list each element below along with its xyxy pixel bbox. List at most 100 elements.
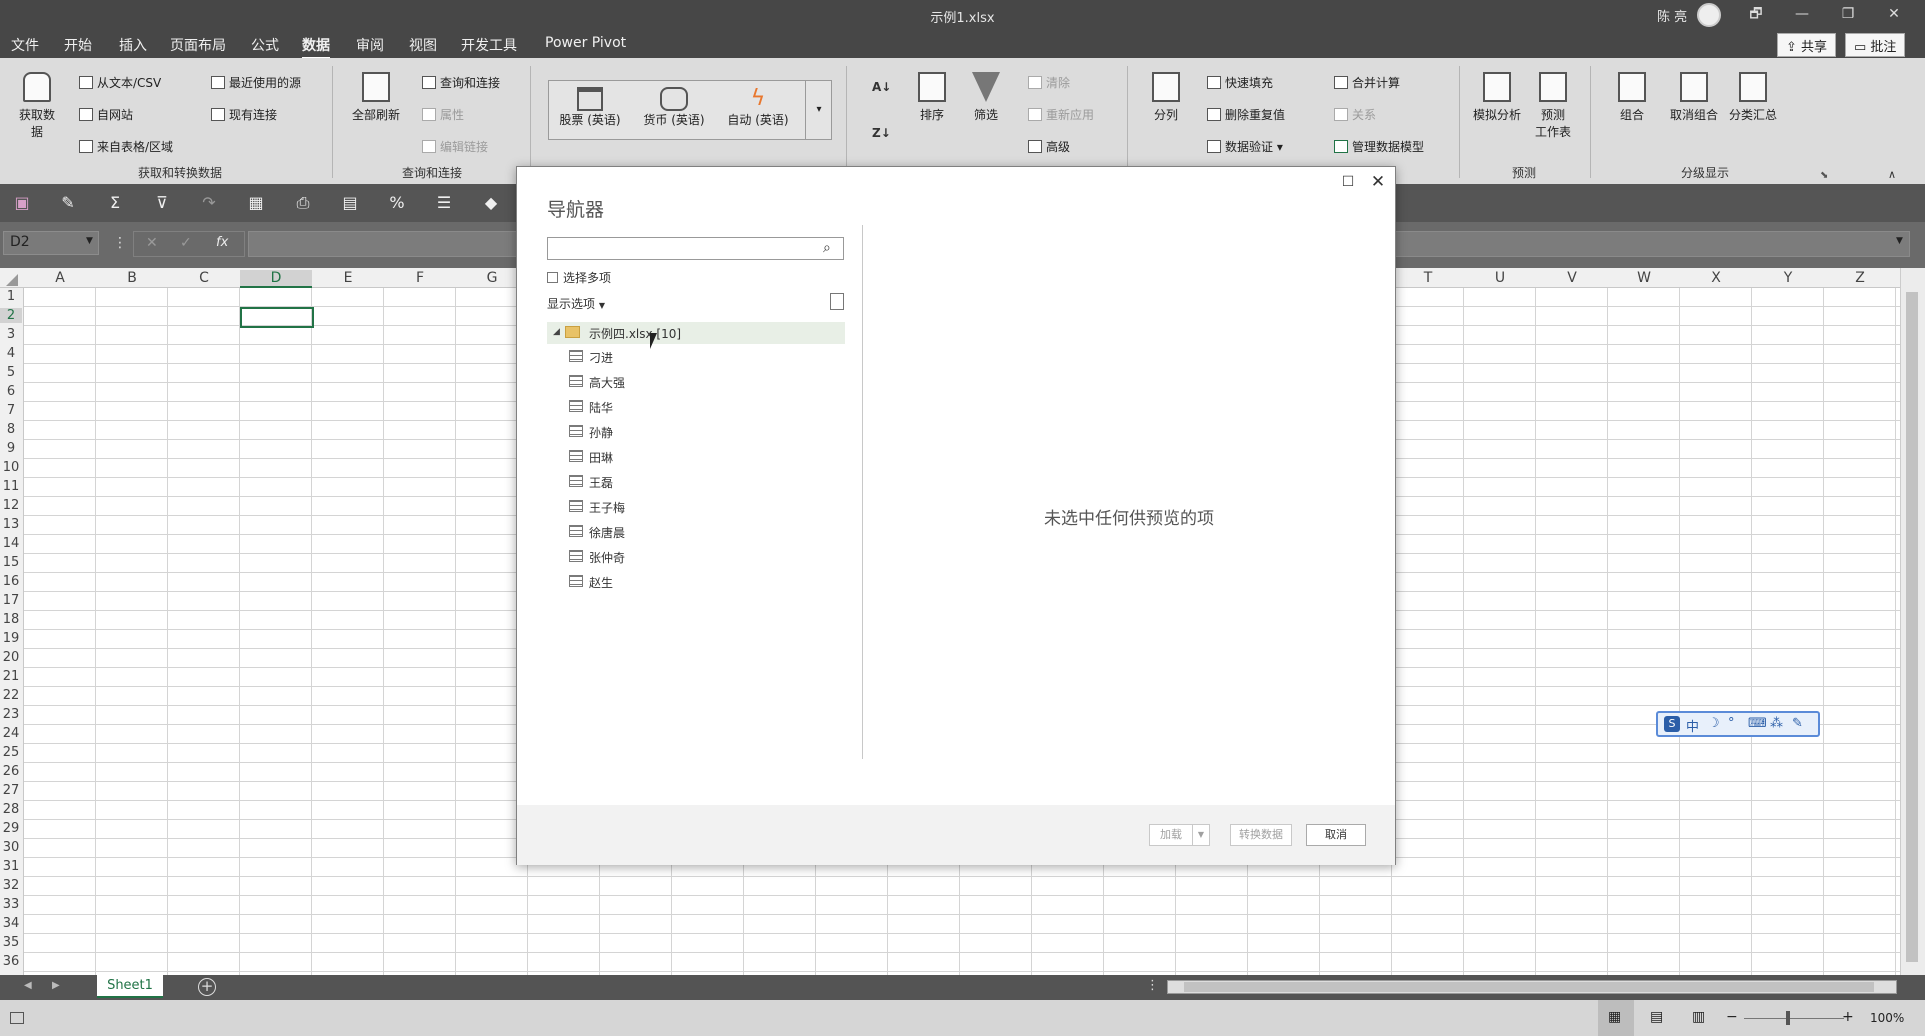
more-icon[interactable]: ⋮	[113, 235, 127, 251]
tab-data[interactable]: 数据	[302, 35, 330, 59]
row-header[interactable]: 36	[0, 954, 22, 969]
tab-view[interactable]: 视图	[409, 35, 437, 55]
transform-data-button[interactable]: 转换数据	[1230, 824, 1292, 846]
comments-button[interactable]: ▭ 批注	[1845, 33, 1906, 57]
row-header[interactable]: 35	[0, 935, 22, 950]
recent-sources-button[interactable]: 最近使用的源	[211, 74, 301, 91]
zoom-level[interactable]: 100%	[1870, 1011, 1904, 1025]
filter-button[interactable]: 筛选	[966, 72, 1006, 123]
pane-divider[interactable]	[862, 225, 863, 759]
sort-descending-icon[interactable]: Z↓	[872, 126, 892, 148]
tab-power-pivot[interactable]: Power Pivot	[545, 35, 626, 51]
sort-ascending-icon[interactable]: A↓	[872, 80, 892, 102]
sort-button[interactable]: 排序	[912, 72, 952, 123]
row-header[interactable]: 34	[0, 916, 22, 931]
queries-connections-button[interactable]: 查询和连接	[422, 74, 500, 91]
row-header[interactable]: 33	[0, 897, 22, 912]
load-button[interactable]: 加载	[1149, 824, 1193, 846]
ime-halfwidth-icon[interactable]: ☽	[1708, 716, 1720, 731]
tab-insert[interactable]: 插入	[119, 35, 147, 55]
share-button[interactable]: ⇪ 共享	[1777, 33, 1837, 57]
format-painter-icon[interactable]: ✎	[58, 193, 78, 213]
row-header[interactable]: 15	[0, 555, 22, 570]
tree-root-workbook[interactable]: ◢ 示例四.xlsx [10]	[547, 322, 845, 344]
row-header[interactable]: 2	[0, 308, 22, 323]
ribbon-display-options-icon[interactable]: 🗗	[1741, 3, 1771, 25]
horizontal-scroll-thumb[interactable]	[1184, 982, 1874, 992]
row-header[interactable]: 25	[0, 745, 22, 760]
ime-settings-icon[interactable]: ✎	[1792, 716, 1803, 731]
row-header[interactable]: 16	[0, 574, 22, 589]
get-data-button[interactable]: 获取数据	[14, 72, 60, 140]
advanced-filter-button[interactable]: 高级	[1028, 138, 1070, 155]
tab-developer[interactable]: 开发工具	[461, 35, 517, 55]
column-header[interactable]: T	[1392, 270, 1464, 286]
row-header[interactable]: 9	[0, 441, 22, 456]
search-icon[interactable]: ⌕	[823, 240, 839, 256]
column-header[interactable]: X	[1680, 270, 1752, 286]
eraser-icon[interactable]: ◆	[481, 193, 501, 213]
ime-mode-chinese[interactable]: 中	[1686, 716, 1699, 735]
vertical-scroll-thumb[interactable]	[1906, 292, 1918, 962]
column-header[interactable]: B	[96, 270, 168, 286]
refresh-all-button[interactable]: 全部刷新	[350, 72, 402, 123]
borders-icon[interactable]: ▦	[246, 193, 266, 213]
stocks-button[interactable]: 股票 (英语)	[557, 87, 623, 128]
from-web-button[interactable]: 自网站	[79, 106, 133, 123]
refresh-preview-icon[interactable]	[830, 293, 844, 310]
row-header[interactable]: 27	[0, 783, 22, 798]
row-header[interactable]: 28	[0, 802, 22, 817]
what-if-analysis-button[interactable]: 模拟分析	[1470, 72, 1524, 123]
ime-logo-icon[interactable]: S	[1664, 716, 1680, 732]
vertical-scrollbar[interactable]	[1900, 268, 1925, 975]
row-header[interactable]: 22	[0, 688, 22, 703]
remove-duplicates-button[interactable]: 删除重复值	[1207, 106, 1285, 123]
row-header[interactable]: 26	[0, 764, 22, 779]
column-header[interactable]: C	[168, 270, 240, 286]
user-name[interactable]: 陈 亮	[1657, 6, 1687, 25]
column-header[interactable]: Z	[1824, 270, 1896, 286]
row-header[interactable]: 8	[0, 422, 22, 437]
macro-record-icon[interactable]	[10, 1012, 24, 1024]
next-sheet-icon[interactable]: ▶	[52, 980, 60, 991]
existing-connections-button[interactable]: 现有连接	[211, 106, 277, 123]
page-break-icon[interactable]: ▥	[1692, 1009, 1705, 1025]
redo-icon[interactable]: ↷	[199, 193, 219, 213]
avatar[interactable]	[1697, 3, 1721, 27]
data-validation-button[interactable]: 数据验证 ▾	[1207, 138, 1283, 155]
subtotal-button[interactable]: 分类汇总	[1726, 72, 1780, 123]
text-to-columns-button[interactable]: 分列	[1146, 72, 1186, 123]
group-button[interactable]: 组合	[1612, 72, 1652, 123]
tab-home[interactable]: 开始	[64, 35, 92, 55]
sheet-tab[interactable]: Sheet1	[97, 975, 163, 998]
from-text-csv-button[interactable]: 从文本/CSV	[79, 74, 161, 91]
sum-icon[interactable]: Σ	[105, 193, 125, 213]
gallery-expand-icon[interactable]: ▾	[805, 81, 832, 139]
manage-data-model-button[interactable]: 管理数据模型	[1334, 138, 1424, 155]
row-header[interactable]: 24	[0, 726, 22, 741]
auto-button[interactable]: ϟ 自动 (英语)	[725, 87, 791, 128]
add-sheet-icon[interactable]: +	[198, 978, 216, 996]
row-header[interactable]: 1	[0, 289, 22, 304]
tree-item-sheet[interactable]: 赵生	[569, 572, 769, 592]
row-header[interactable]: 31	[0, 859, 22, 874]
row-header[interactable]: 32	[0, 878, 22, 893]
collapse-ribbon-icon[interactable]: ∧	[1888, 168, 1896, 181]
row-header[interactable]: 7	[0, 403, 22, 418]
consolidate-button[interactable]: 合并计算	[1334, 74, 1400, 91]
ime-punctuation-icon[interactable]: °	[1728, 716, 1735, 731]
prev-sheet-icon[interactable]: ◀	[24, 980, 32, 991]
ime-tools-icon[interactable]: ⁂	[1770, 716, 1783, 731]
column-header[interactable]: W	[1608, 270, 1680, 286]
close-icon[interactable]: ✕	[1369, 172, 1387, 192]
properties-button[interactable]: 属性	[422, 106, 464, 123]
minimize-icon[interactable]: —	[1787, 3, 1817, 25]
horizontal-scrollbar[interactable]	[1167, 980, 1897, 994]
tree-item-sheet[interactable]: 王子梅	[569, 497, 769, 517]
row-header[interactable]: 18	[0, 612, 22, 627]
row-header[interactable]: 4	[0, 346, 22, 361]
currency-button[interactable]: 货币 (英语)	[641, 87, 707, 128]
tab-page-layout[interactable]: 页面布局	[170, 35, 226, 55]
save-icon[interactable]: ▣	[12, 193, 32, 213]
display-options-dropdown[interactable]: 显示选项 ▼	[547, 295, 605, 312]
